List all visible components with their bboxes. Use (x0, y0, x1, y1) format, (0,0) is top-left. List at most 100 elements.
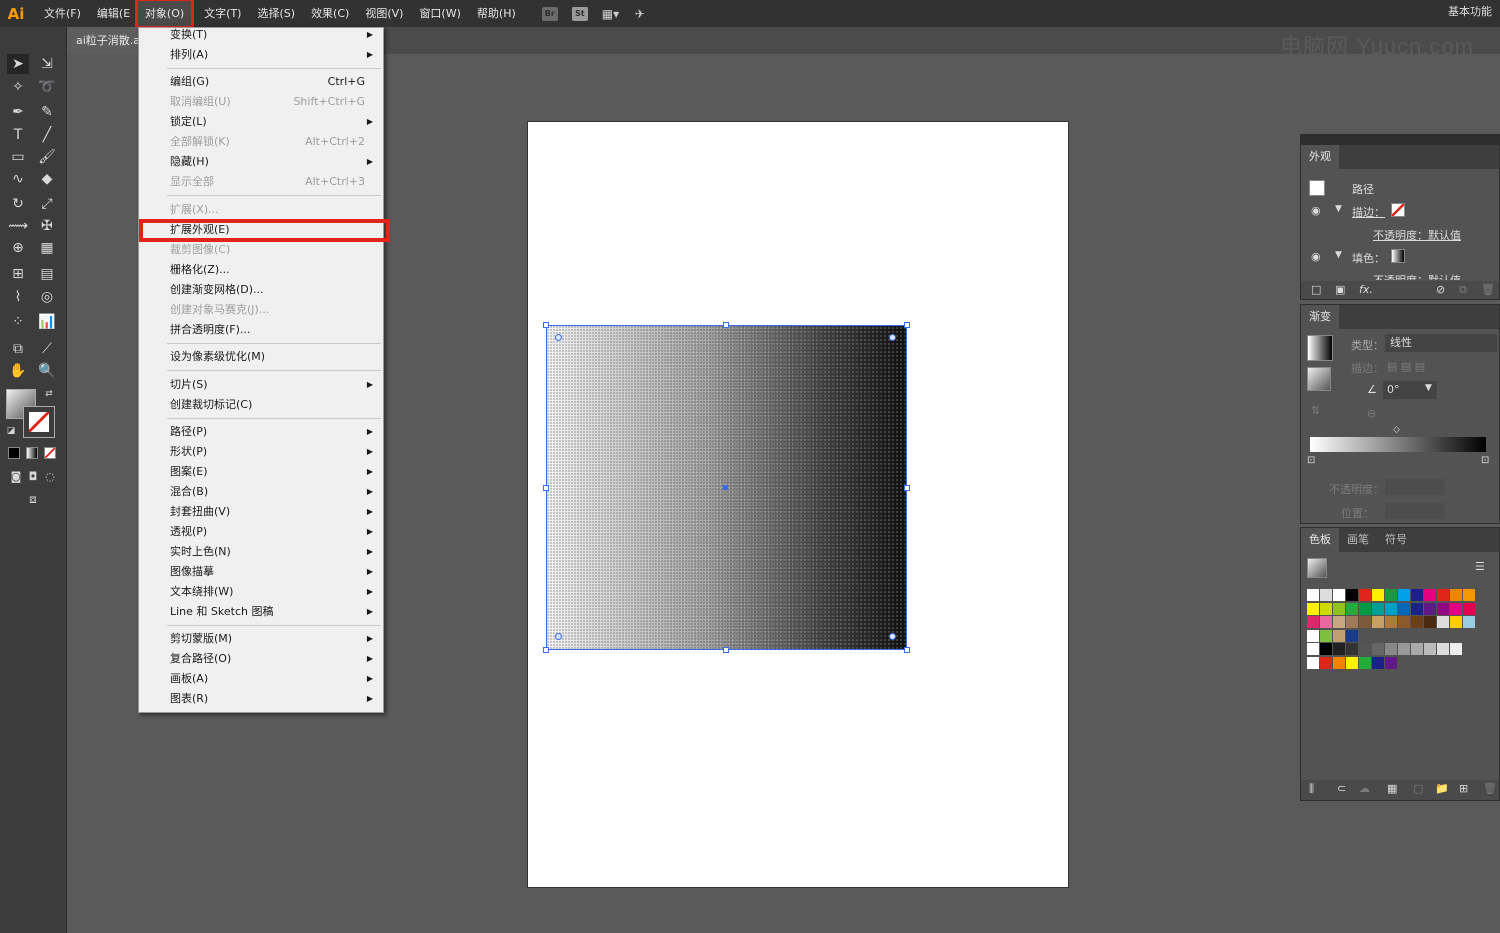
mesh-tool-icon[interactable]: ⊞ (7, 264, 29, 284)
gradient-opacity-input[interactable] (1385, 479, 1445, 495)
menu-select[interactable]: 选择(S) (249, 0, 303, 27)
lasso-tool-icon[interactable]: ➰ (36, 77, 58, 97)
hand-tool-icon[interactable]: ✋ (7, 361, 29, 381)
color-swatch[interactable] (1411, 602, 1423, 615)
color-swatch[interactable] (1359, 643, 1371, 655)
bbox-handle-bl[interactable] (543, 647, 549, 653)
color-swatch[interactable] (1424, 616, 1436, 628)
type-tool-icon[interactable]: T (7, 125, 29, 145)
gradient-tool-icon[interactable]: ▤ (36, 264, 58, 284)
color-swatch[interactable] (1450, 616, 1462, 628)
appearance-opacity-2[interactable]: 不透明度：默认值 (1373, 272, 1461, 280)
menu-item-lock[interactable]: 锁定(L) ▶ (139, 112, 383, 132)
menu-effect[interactable]: 效果(C) (303, 0, 357, 27)
eraser-tool-icon[interactable]: ◆ (36, 169, 58, 189)
gradient-mode-button[interactable] (26, 447, 38, 459)
color-swatch[interactable] (1320, 629, 1332, 642)
curvature-tool-icon[interactable]: ✎ (36, 102, 58, 122)
tab-brushes[interactable]: 画笔 (1339, 528, 1377, 552)
color-swatch[interactable] (1450, 589, 1462, 601)
symbol-sprayer-tool-icon[interactable]: ⁘ (7, 312, 29, 332)
menu-item-path[interactable]: 路径(P) ▶ (139, 422, 383, 442)
color-swatch[interactable] (1398, 602, 1410, 615)
stroke-swatch[interactable] (23, 406, 55, 438)
bbox-handle-mr[interactable] (904, 485, 910, 491)
menu-item-rasterize[interactable]: 栅格化(Z)... (139, 260, 383, 280)
color-swatch[interactable] (1320, 589, 1332, 601)
gradient-stop-right[interactable]: ⊡ (1481, 455, 1489, 466)
swatch-libraries-icon[interactable]: ⫼ (1309, 782, 1314, 796)
zoom-tool-icon[interactable]: 🔍 (36, 361, 58, 381)
bbox-handle-bc[interactable] (723, 647, 729, 653)
default-fill-stroke-icon[interactable]: ◪ (4, 424, 18, 438)
color-swatch[interactable] (1320, 643, 1332, 655)
menu-file[interactable]: 文件(F) (36, 0, 89, 27)
pen-tool-icon[interactable]: ✒ (7, 102, 29, 122)
direct-selection-tool-icon[interactable]: ⇲ (36, 54, 58, 74)
eyedropper-tool-icon[interactable]: ⌇ (7, 287, 29, 307)
color-swatch[interactable] (1320, 602, 1332, 615)
tab-gradient[interactable]: 渐变 (1301, 305, 1339, 329)
color-swatch[interactable] (1346, 616, 1358, 628)
swatch-kinds-icon[interactable]: ⊂ (1337, 782, 1346, 795)
magic-wand-tool-icon[interactable]: ✧ (7, 77, 29, 97)
color-swatch[interactable] (1320, 656, 1332, 669)
color-swatch[interactable] (1385, 602, 1397, 615)
slice-tool-icon[interactable]: ⟋ (36, 339, 58, 359)
color-swatch[interactable] (1437, 643, 1449, 655)
color-swatch[interactable] (1398, 643, 1410, 655)
angle-dropdown-icon[interactable]: ▼ (1425, 383, 1432, 393)
perspective-grid-tool-icon[interactable]: ▦ (36, 238, 58, 258)
appearance-stroke-label[interactable]: 描边： (1352, 204, 1385, 220)
stroke-visibility-icon[interactable]: ◉ (1311, 204, 1321, 217)
fill-stroke-proxy[interactable] (1307, 367, 1331, 391)
color-swatch[interactable] (1333, 629, 1345, 642)
color-swatch[interactable] (1411, 616, 1423, 628)
menu-item-compound-path[interactable]: 复合路径(O) ▶ (139, 649, 383, 669)
add-new-stroke-icon[interactable]: □ (1311, 283, 1321, 296)
menu-item-pattern[interactable]: 图案(E) ▶ (139, 462, 383, 482)
menu-help[interactable]: 帮助(H) (469, 0, 524, 27)
color-swatch[interactable] (1411, 643, 1423, 655)
menu-edit[interactable]: 编辑(E (89, 0, 137, 27)
menu-item-perspective[interactable]: 透视(P) ▶ (139, 522, 383, 542)
color-swatch[interactable] (1346, 629, 1358, 642)
menu-item-hide[interactable]: 隐藏(H) ▶ (139, 152, 383, 172)
bridge-icon[interactable]: Br (541, 6, 558, 21)
color-mode-button[interactable] (8, 447, 20, 459)
gpu-performance-icon[interactable]: ✈ (632, 7, 648, 21)
color-swatch[interactable] (1307, 629, 1319, 642)
color-swatch[interactable] (1346, 589, 1358, 601)
delete-swatch-icon[interactable]: 🗑 (1483, 782, 1497, 795)
color-swatch[interactable] (1450, 643, 1462, 655)
menu-item-text-wrap[interactable]: 文本绕排(W) ▶ (139, 582, 383, 602)
menu-item-blend[interactable]: 混合(B) ▶ (139, 482, 383, 502)
appearance-fill-label[interactable]: 填色： (1352, 250, 1385, 266)
artboard-tool-icon[interactable]: ⧉ (7, 339, 29, 359)
menu-object[interactable]: 对象(O) (134, 0, 195, 29)
color-swatch[interactable] (1359, 602, 1371, 615)
menu-item-transform[interactable]: 变换(T) ▶ (139, 25, 383, 45)
rectangle-tool-icon[interactable]: ▭ (7, 147, 29, 167)
color-swatch[interactable] (1359, 656, 1371, 669)
menu-item-group[interactable]: 编组(G) Ctrl+G (139, 72, 383, 92)
duplicate-item-icon[interactable]: ⧉ (1459, 283, 1467, 297)
new-color-group-icon[interactable]: 📁 (1435, 782, 1449, 795)
bbox-handle-tc[interactable] (723, 322, 729, 328)
bbox-handle-ml[interactable] (543, 485, 549, 491)
paintbrush-tool-icon[interactable]: 🖌 (36, 147, 58, 167)
fill-gradient-swatch[interactable] (1391, 249, 1405, 263)
color-swatch[interactable] (1307, 589, 1319, 601)
menu-item-expand[interactable]: 扩展(X)... (139, 200, 383, 220)
shaper-tool-icon[interactable]: ∿ (7, 169, 29, 189)
color-swatch[interactable] (1463, 589, 1475, 601)
color-swatch[interactable] (1437, 616, 1449, 628)
list-view-icon[interactable]: ☰ (1475, 560, 1485, 573)
color-swatch[interactable] (1307, 616, 1319, 628)
color-swatch[interactable] (1307, 643, 1319, 655)
color-swatch[interactable] (1385, 616, 1397, 628)
menu-item-show-all[interactable]: 显示全部 Alt+Ctrl+3 (139, 172, 383, 192)
color-swatch[interactable] (1372, 616, 1384, 628)
live-corner-widget[interactable] (889, 334, 896, 341)
new-swatch-icon[interactable]: ⊞ (1459, 782, 1468, 795)
